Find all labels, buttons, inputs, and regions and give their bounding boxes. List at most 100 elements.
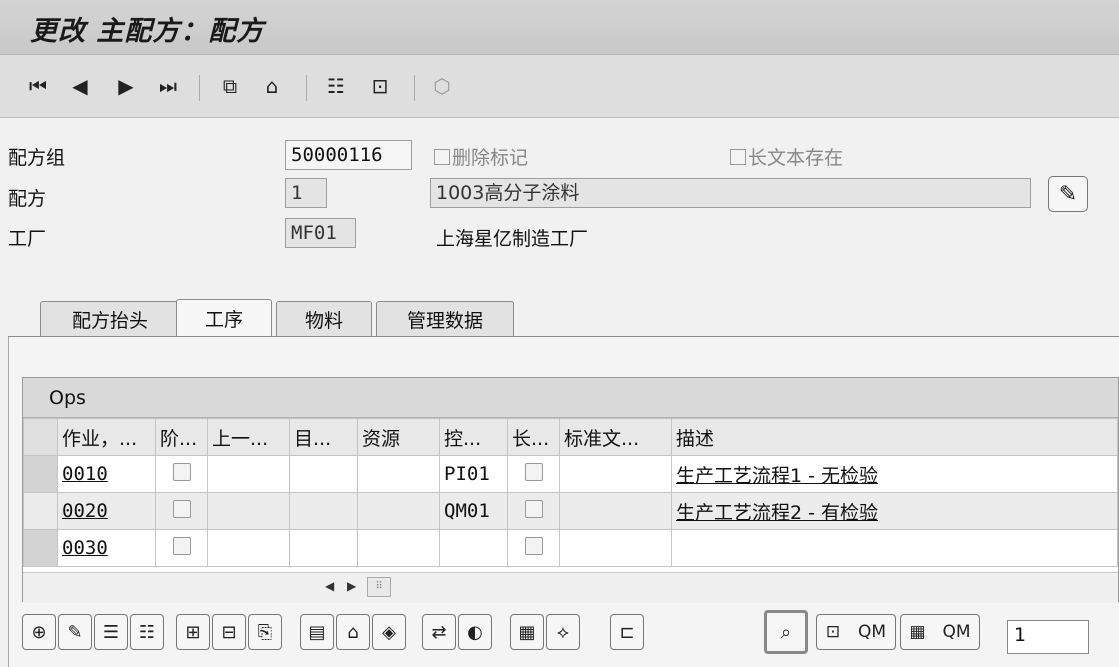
column-header[interactable]: 阶...	[155, 418, 208, 456]
operation-number[interactable]: 0010	[57, 455, 156, 493]
deselect-all-button[interactable]: ☷	[130, 614, 164, 650]
long-text-cell[interactable]	[507, 529, 560, 567]
list-icon: ▤	[308, 621, 326, 643]
cell[interactable]	[289, 529, 358, 567]
entry-count-input[interactable]: 1	[1007, 620, 1089, 654]
search-button[interactable]: ⌕	[764, 610, 808, 654]
scroll-left-icon[interactable]: ◀	[325, 579, 334, 593]
insert-row-button[interactable]: ⊞	[176, 614, 210, 650]
tab-admin-data[interactable]: 管理数据	[376, 301, 514, 337]
document-icon[interactable]: ⊡	[366, 72, 394, 100]
network-icon: ⟡	[557, 621, 569, 643]
phase-checkbox[interactable]	[172, 536, 191, 555]
toolbar-separator	[199, 75, 200, 101]
network-button[interactable]: ⟡	[546, 614, 580, 650]
previous-page-icon[interactable]: ◀	[66, 72, 94, 100]
hierarchy-button[interactable]: ⌂	[336, 614, 370, 650]
last-page-icon[interactable]: ⏭	[154, 72, 182, 100]
object-overview-icon: ◈	[382, 621, 396, 643]
phase-checkbox[interactable]	[172, 499, 191, 518]
column-header[interactable]: 上一...	[207, 418, 290, 456]
tab-operations[interactable]: 工序	[176, 299, 272, 337]
row-selector[interactable]	[23, 492, 58, 530]
structure-icon[interactable]: ☷	[322, 72, 350, 100]
tab-materials[interactable]: 物料	[276, 301, 372, 337]
qm-resource-button[interactable]: ▦ QM	[900, 614, 980, 650]
horizontal-scrollbar[interactable]: ◀ ▶ ⠿	[23, 572, 1118, 603]
control-key[interactable]: PI01	[439, 455, 508, 493]
cell[interactable]	[207, 455, 290, 493]
tab-recipe-header[interactable]: 配方抬头	[40, 301, 180, 337]
control-key[interactable]: QM01	[439, 492, 508, 530]
cell[interactable]	[289, 492, 358, 530]
select-all-cell[interactable]	[23, 418, 58, 456]
operation-description[interactable]	[671, 529, 1118, 567]
phase-cell[interactable]	[155, 455, 208, 493]
long-text-checkbox[interactable]	[524, 499, 543, 518]
cell[interactable]	[357, 455, 440, 493]
checkbox-box[interactable]	[434, 148, 450, 165]
sequence-button[interactable]: ⇄	[422, 614, 456, 650]
long-text-checkbox[interactable]	[524, 536, 543, 555]
object-overview-button[interactable]: ◈	[372, 614, 406, 650]
recipe-group-field[interactable]: 50000116	[285, 140, 412, 170]
long-text-cell[interactable]	[507, 492, 560, 530]
operation-description[interactable]: 生产工艺流程2 - 有检验	[671, 492, 1118, 530]
cell[interactable]	[357, 529, 440, 567]
control-key[interactable]	[439, 529, 508, 567]
table-row[interactable]: 0030	[23, 529, 1118, 567]
operation-description[interactable]: 生产工艺流程1 - 无检验	[671, 455, 1118, 493]
column-header[interactable]: 长...	[507, 418, 560, 456]
select-all-button[interactable]: ☰	[94, 614, 128, 650]
operation-number[interactable]: 0020	[57, 492, 156, 530]
operation-number[interactable]: 0030	[57, 529, 156, 567]
checkbox-box[interactable]	[730, 148, 746, 165]
next-page-icon[interactable]: ▶	[112, 72, 140, 100]
cell[interactable]	[207, 529, 290, 567]
status-button[interactable]: ◐	[458, 614, 492, 650]
row-selector[interactable]	[23, 455, 58, 493]
cell[interactable]	[559, 492, 672, 530]
long-text-cell[interactable]	[507, 455, 560, 493]
phase-checkbox[interactable]	[172, 462, 191, 481]
delete-row-button[interactable]: ⊟	[212, 614, 246, 650]
delete-flag-checkbox[interactable]: 删除标记	[434, 143, 528, 170]
table-row[interactable]: 0020 QM01 生产工艺流程2 - 有检验	[23, 492, 1118, 530]
qm-inspection-button[interactable]: ⊡ QM	[816, 614, 896, 650]
phase-cell[interactable]	[155, 492, 208, 530]
cell[interactable]	[559, 455, 672, 493]
phase-cell[interactable]	[155, 529, 208, 567]
copy-icon[interactable]: ⧉	[216, 72, 244, 100]
qm-label: QM	[858, 622, 887, 642]
object-icon[interactable]: ⬡	[428, 72, 456, 100]
column-header[interactable]: 描述	[671, 418, 1118, 456]
cell[interactable]	[559, 529, 672, 567]
column-header[interactable]: 目...	[289, 418, 358, 456]
details-button[interactable]: ⊕	[22, 614, 56, 650]
list-button[interactable]: ▤	[300, 614, 334, 650]
resource-button[interactable]: ▦	[510, 614, 544, 650]
search-icon: ⌕	[780, 621, 792, 643]
column-header[interactable]: 控...	[439, 418, 508, 456]
edit-button[interactable]: ✎	[58, 614, 92, 650]
plant-field: MF01	[285, 218, 356, 248]
row-selector[interactable]	[23, 529, 58, 567]
structure-button[interactable]: ⊏	[610, 614, 644, 650]
cell[interactable]	[289, 455, 358, 493]
hierarchy-icon[interactable]: ⌂	[258, 72, 286, 100]
column-header[interactable]: 标准文...	[559, 418, 672, 456]
column-header[interactable]: 资源	[357, 418, 440, 456]
long-text-checkbox[interactable]	[524, 462, 543, 481]
column-header[interactable]: 作业，...	[57, 418, 156, 456]
long-text-checkbox[interactable]: 长文本存在	[730, 143, 843, 170]
edit-text-button[interactable]: ✎	[1048, 176, 1088, 212]
scroll-thumb[interactable]: ⠿	[367, 577, 391, 597]
delete-flag-label: 删除标记	[452, 147, 529, 169]
cell[interactable]	[207, 492, 290, 530]
table-row[interactable]: 0010 PI01 生产工艺流程1 - 无检验	[23, 455, 1118, 493]
copy-row-button[interactable]: ⎘	[248, 614, 282, 650]
first-page-icon[interactable]: ⏮	[24, 72, 52, 100]
cell[interactable]	[357, 492, 440, 530]
application-toolbar: ⏮ ◀ ▶ ⏭ ⧉ ⌂ ☷ ⊡ ⬡	[0, 55, 1119, 118]
scroll-right-icon[interactable]: ▶	[347, 579, 356, 593]
